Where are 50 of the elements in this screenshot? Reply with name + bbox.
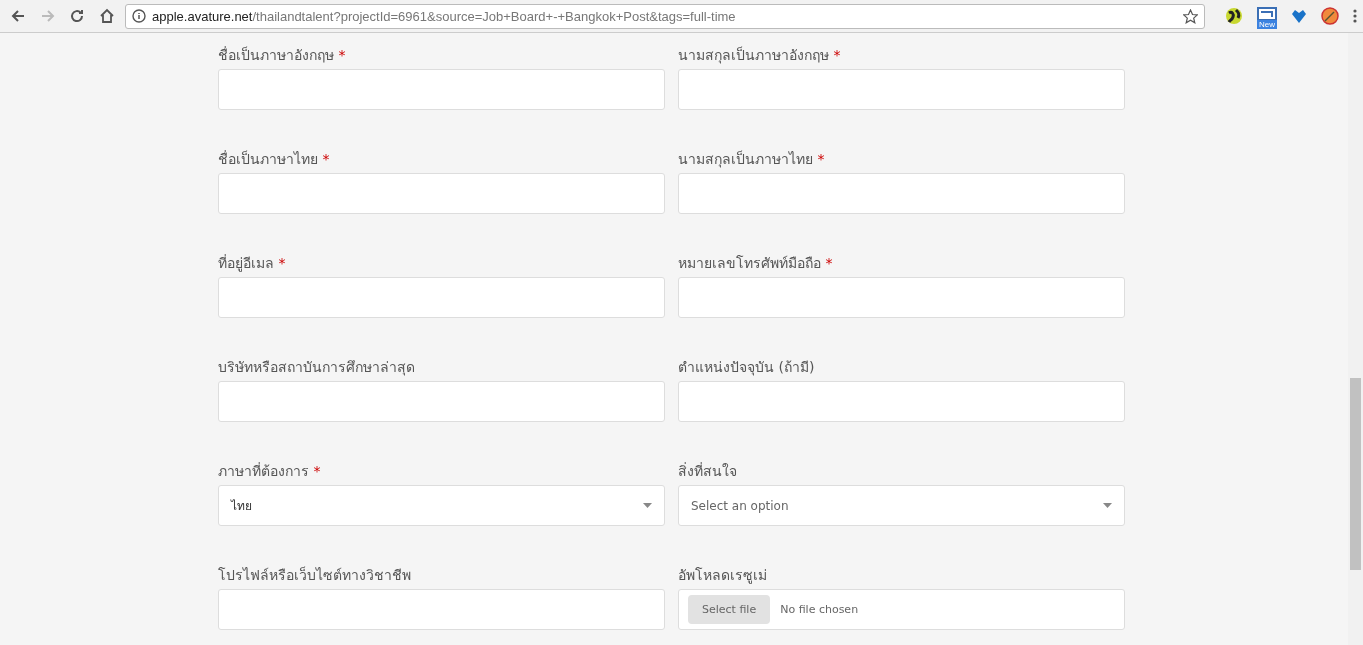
field-label: ภาษาที่ต้องการ *	[218, 461, 322, 481]
text-input[interactable]	[218, 173, 665, 214]
menu-icon[interactable]	[1353, 9, 1357, 23]
info-icon	[132, 9, 146, 23]
field-label: บริษัทหรือสถาบันการศึกษาล่าสุด	[218, 358, 416, 378]
required-asterisk: *	[338, 47, 346, 63]
text-input[interactable]	[678, 173, 1125, 214]
text-input[interactable]	[678, 277, 1125, 318]
select-field[interactable]: Select an option	[678, 485, 1125, 526]
required-asterisk: *	[825, 255, 833, 271]
field-label: นามสกุลเป็นภาษาอังกฤษ *	[678, 45, 842, 66]
select-file-button[interactable]: Select file	[688, 595, 771, 624]
required-asterisk: *	[322, 151, 330, 167]
text-input[interactable]	[218, 69, 665, 110]
new-badge: New	[1257, 20, 1277, 29]
required-asterisk: *	[833, 47, 841, 63]
home-icon	[99, 8, 116, 24]
address-bar[interactable]: apple.avature.net/thailandtalent?projectId=6961&source=Job+Board+-+Bangkok+Post&tags=full-time	[125, 3, 1205, 29]
field-label: ตำแหน่งปัจจุบัน (ถ้ามี)	[678, 358, 816, 378]
screen-extension-icon[interactable]	[1257, 7, 1277, 21]
select-field[interactable]: ไทย	[218, 485, 665, 526]
field-label: นามสกุลเป็นภาษาไทย *	[678, 149, 826, 170]
dropdown-caret-icon	[643, 503, 652, 508]
file-field[interactable]: Select file No file chosen	[678, 589, 1125, 630]
globe-extension-icon[interactable]	[1225, 7, 1243, 25]
scrollbar[interactable]	[1348, 33, 1363, 645]
field-label: โปรไฟล์หรือเว็บไซต์ทางวิชาชีพ	[218, 565, 412, 585]
reload-icon	[69, 8, 86, 24]
file-status: No file chosen	[780, 603, 859, 616]
required-asterisk: *	[817, 151, 825, 167]
dropdown-caret-icon	[1103, 503, 1112, 508]
field-label: สิ่งที่สนใจ	[678, 461, 738, 481]
text-input[interactable]	[678, 381, 1125, 422]
field-label: หมายเลขโทรศัพท์มือถือ *	[678, 254, 834, 273]
star-icon[interactable]	[1183, 8, 1198, 24]
field-label: ที่อยู่อีเมล *	[218, 253, 287, 274]
field-label: อัพโหลดเรซูเม่	[678, 566, 768, 586]
ball-extension-icon[interactable]	[1321, 7, 1339, 25]
url-text: apple.avature.net/thailandtalent?projectId=6961&source=Job+Board+-+Bangkok+Post&tags=full-time	[152, 8, 736, 24]
heart-extension-icon[interactable]	[1291, 8, 1307, 24]
text-input[interactable]	[218, 381, 665, 422]
required-asterisk: *	[313, 463, 321, 479]
field-label: ชื่อเป็นภาษาอังกฤษ *	[218, 45, 347, 65]
field-label: ชื่อเป็นภาษาไทย *	[218, 149, 331, 169]
text-input[interactable]	[218, 589, 665, 630]
text-input[interactable]	[218, 277, 665, 318]
text-input[interactable]	[678, 69, 1125, 110]
back-arrow-icon	[9, 8, 26, 24]
forward-arrow-icon	[39, 8, 56, 24]
required-asterisk: *	[278, 255, 286, 271]
